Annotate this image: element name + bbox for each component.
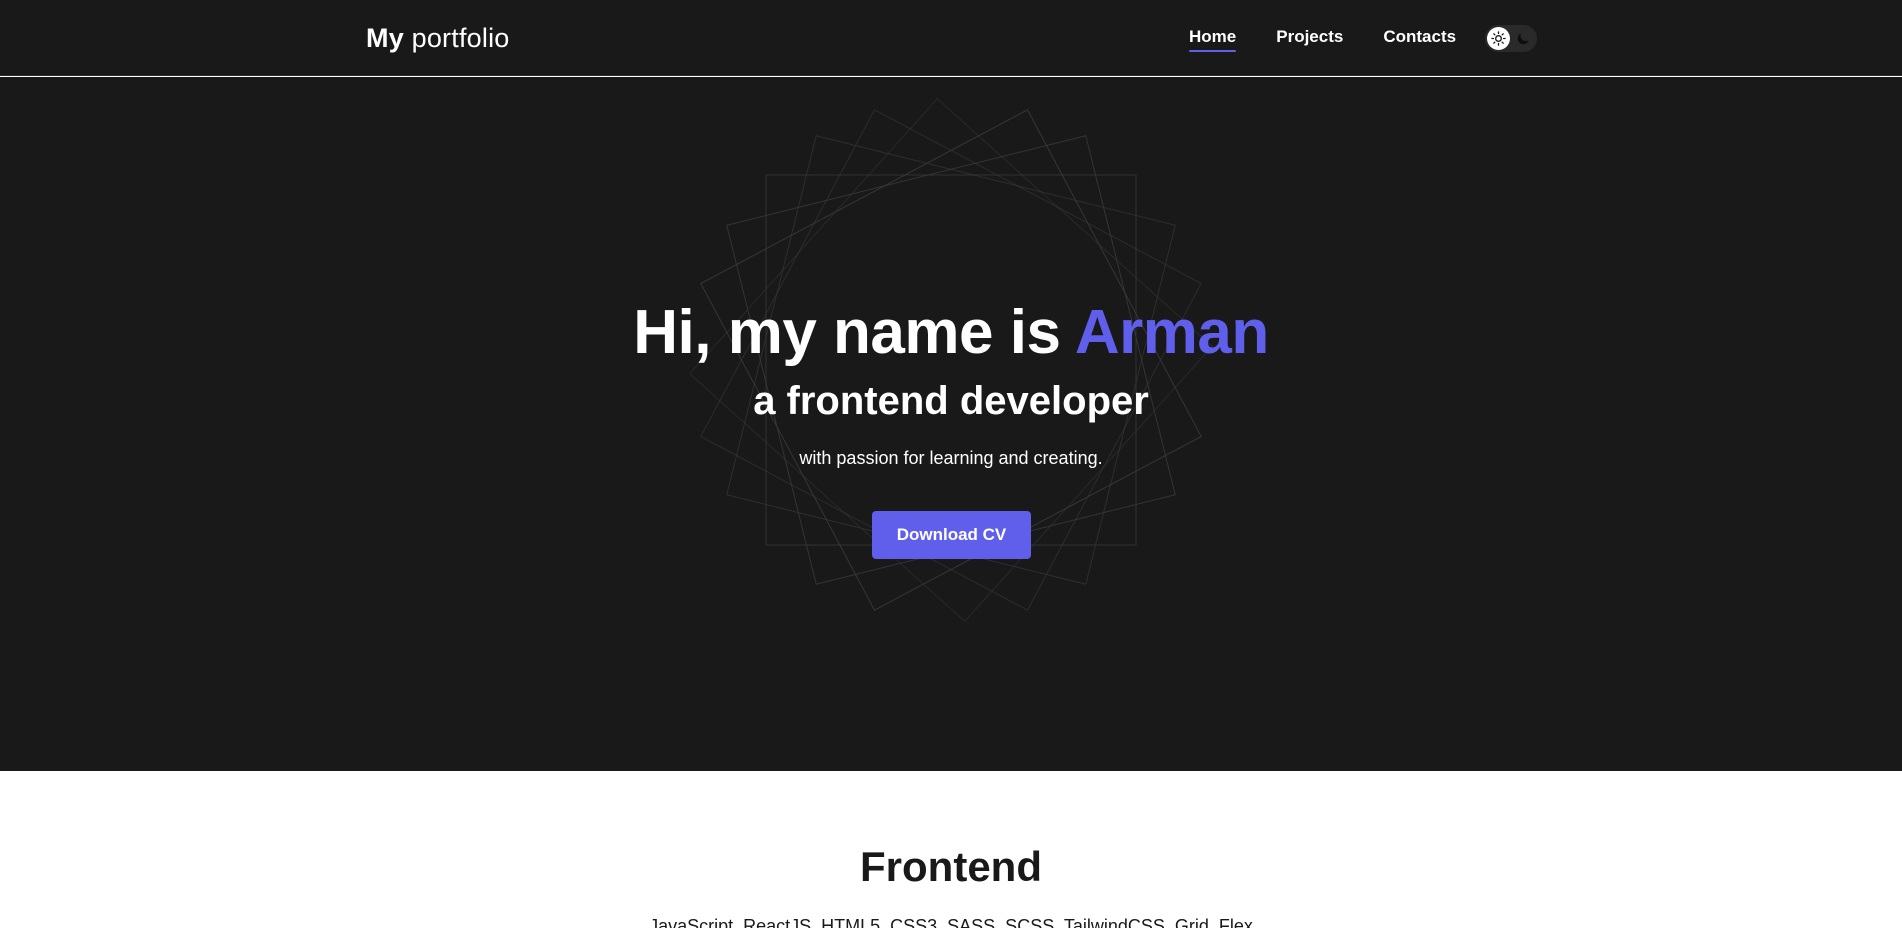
site-logo[interactable]: My portfolio (366, 21, 509, 55)
skills-list: JavaScript, ReactJS, HTML5, CSS3, SASS, … (649, 916, 1253, 928)
hero-title: Hi, my name is Arman (0, 295, 1902, 371)
skills-title: Frontend (860, 843, 1042, 890)
main-nav: Home Projects Contacts (1189, 26, 1456, 52)
hero-subtitle: a frontend developer (753, 379, 1149, 423)
hero-title-prefix: Hi, my name is (633, 298, 1075, 367)
sun-icon (1487, 27, 1510, 50)
theme-toggle[interactable] (1485, 25, 1537, 52)
moon-icon (1512, 27, 1535, 50)
nav-link-home[interactable]: Home (1189, 26, 1237, 52)
hero-tagline: with passion for learning and creating. (799, 448, 1103, 468)
nav-link-projects[interactable]: Projects (1276, 26, 1343, 48)
site-header: My portfolio Home Projects Contacts (0, 0, 1902, 76)
download-cv-button[interactable]: Download CV (872, 511, 1031, 559)
skills-section: Frontend JavaScript, ReactJS, HTML5, CSS… (0, 771, 1902, 928)
nav-link-contacts[interactable]: Contacts (1383, 26, 1456, 48)
logo-light-text: portfolio (411, 23, 510, 53)
logo-bold-text: My (366, 23, 404, 53)
hero-title-name: Arman (1074, 298, 1269, 367)
hero-section: Hi, my name is Arman a frontend develope… (0, 77, 1902, 771)
